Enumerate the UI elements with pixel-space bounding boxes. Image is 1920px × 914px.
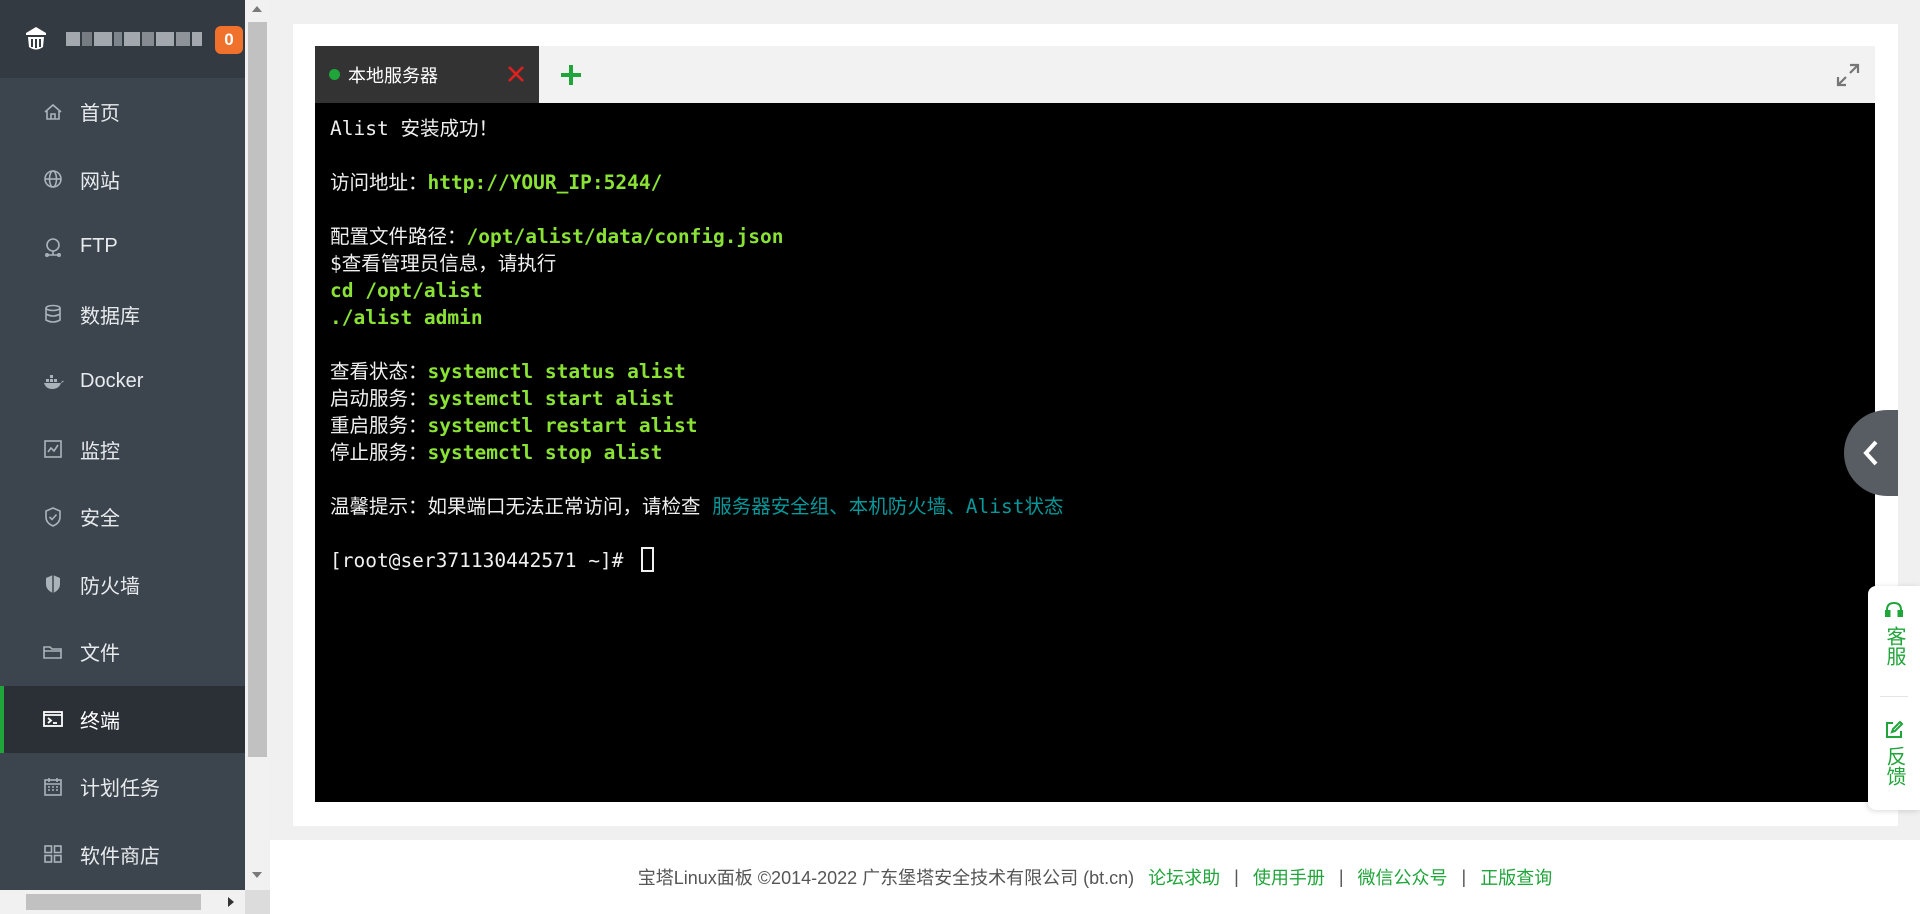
footer-separator: | [1234,866,1239,887]
divider [1880,696,1908,697]
shield-check-icon [42,506,64,528]
sidebar-item-home[interactable]: 首页 [0,78,245,146]
terminal-line: 重启服务：systemctl restart alist [330,414,698,437]
scrollbar-corner [245,890,270,914]
sidebar-item-label: 数据库 [80,305,140,328]
sidebar-item-files[interactable]: 文件 [0,618,245,686]
close-icon[interactable] [505,63,527,85]
floating-toolbar: 客服 反馈 [1868,586,1920,810]
sidebar-item-label: 安全 [80,508,120,531]
sidebar-item-label: 防火墙 [80,575,140,598]
baota-logo-icon [26,27,46,50]
sidebar-item-terminal[interactable]: 终端 [0,685,245,753]
footer-link-forum[interactable]: 论坛求助 [1148,864,1220,890]
globe-icon [42,168,64,190]
sidebar-item-website[interactable]: 网站 [0,146,245,214]
sidebar-item-firewall[interactable]: 防火墙 [0,551,245,619]
tab-label: 本地服务器 [348,65,438,86]
edit-icon [1886,720,1904,738]
terminal-line: $查看管理员信息，请执行 [330,252,557,275]
terminal-tab-bar: 本地服务器 [315,46,1875,103]
grid-apps-icon [42,843,64,865]
terminal-line: 配置文件路径：/opt/alist/data/config.json [330,225,784,248]
sidebar-item-ftp[interactable]: FTP [0,213,245,281]
footer-separator: | [1338,866,1344,887]
sidebar-item-label: 首页 [80,103,120,126]
sidebar-item-security[interactable]: 安全 [0,483,245,551]
database-icon [42,303,64,325]
sidebar-item-label: 软件商店 [80,845,160,868]
sidebar-item-docker[interactable]: Docker [0,348,245,416]
sidebar-item-cron[interactable]: 计划任务 [0,753,245,821]
brand-header: 0 [0,0,245,78]
terminal-line: ./alist admin [330,306,483,329]
tab-local-server[interactable]: 本地服务器 [315,46,539,103]
scroll-right-arrow-icon[interactable] [228,897,234,907]
scrollbar-thumb[interactable] [248,22,267,757]
ftp-icon [42,236,64,258]
terminal-line: 查看状态：systemctl status alist [330,360,686,383]
sidebar-item-label: Docker [80,370,144,393]
terminal-line: 启动服务：systemctl start alist [330,387,675,410]
sidebar-horizontal-scrollbar[interactable] [0,890,245,914]
terminal-output[interactable]: Alist 安装成功！ 访问地址：http://YOUR_IP:5244/配置文件… [315,103,1875,802]
sidebar-item-label: 文件 [80,643,120,666]
footer-separator: | [1461,866,1467,887]
footer-link-manual[interactable]: 使用手册 [1253,864,1325,890]
terminal-line: cd /opt/alist [330,279,483,302]
firewall-shield-icon [42,573,64,595]
sidebar-item-database[interactable]: 数据库 [0,281,245,349]
folder-icon [42,641,64,663]
terminal-cursor [641,547,655,572]
footer: 宝塔Linux面板 ©2014-2022 广东堡塔安全技术有限公司 (bt.cn… [270,840,1920,914]
sidebar-item-label: 计划任务 [80,778,160,801]
monitor-icon [42,438,64,460]
sidebar-item-label: 网站 [80,170,120,193]
notification-badge[interactable]: 0 [215,26,243,54]
footer-link-wechat[interactable]: 微信公众号 [1358,864,1448,890]
fullscreen-expand-icon[interactable] [1835,62,1861,88]
terminal-line: 温馨提示：如果端口无法正常访问，请检查 服务器安全组、本机防火墙、Alist状态 [330,495,1064,518]
server-name-redacted [66,32,202,46]
terminal-line: Alist 安装成功！ [330,117,498,140]
feedback-button[interactable]: 反馈 [1868,720,1920,786]
footer-copyright: 宝塔Linux面板 ©2014-2022 广东堡塔安全技术有限公司 (bt.cn… [637,868,1135,888]
terminal-window: 本地服务器 Alist 安装成功！ 访问地址：http://YOUR_IP:524… [315,46,1875,802]
connection-status-dot [329,69,340,80]
sidebar-vertical-scrollbar[interactable] [245,0,270,890]
calendar-icon [42,776,64,798]
terminal-line: 停止服务：systemctl stop alist [330,441,663,464]
sidebar-item-label: 监控 [80,440,120,463]
shell-prompt: [root@ser371130442571 ~]# [330,549,636,572]
chevron-left-icon [1863,440,1878,466]
footer-link-license[interactable]: 正版查询 [1480,864,1552,890]
sidebar-item-label: 终端 [80,710,120,733]
sidebar-item-monitor[interactable]: 监控 [0,416,245,484]
terminal-line: 访问地址：http://YOUR_IP:5244/ [330,171,663,194]
scroll-down-arrow-icon[interactable] [252,872,262,878]
terminal-prompt-line[interactable]: [root@ser371130442571 ~]# [330,547,1860,574]
customer-service-button[interactable]: 客服 [1868,600,1920,666]
add-tab-plus-icon[interactable] [558,62,584,88]
sidebar: 0 首页 网站 FTP 数据库 Docker 监控 安全 防火墙 文件 终端 计… [0,0,245,914]
sidebar-item-label: FTP [80,235,118,258]
scroll-up-arrow-icon[interactable] [252,6,262,12]
docker-icon [42,371,64,393]
sidebar-item-app-store[interactable]: 软件商店 [0,821,245,889]
feedback-label: 反馈 [1883,746,1905,786]
home-icon [42,101,64,123]
sidebar-menu: 首页 网站 FTP 数据库 Docker 监控 安全 防火墙 文件 终端 计划任… [0,78,245,888]
terminal-icon [42,708,64,730]
customer-service-label: 客服 [1883,626,1905,666]
headset-icon [1885,601,1903,617]
scrollbar-thumb[interactable] [26,894,201,910]
